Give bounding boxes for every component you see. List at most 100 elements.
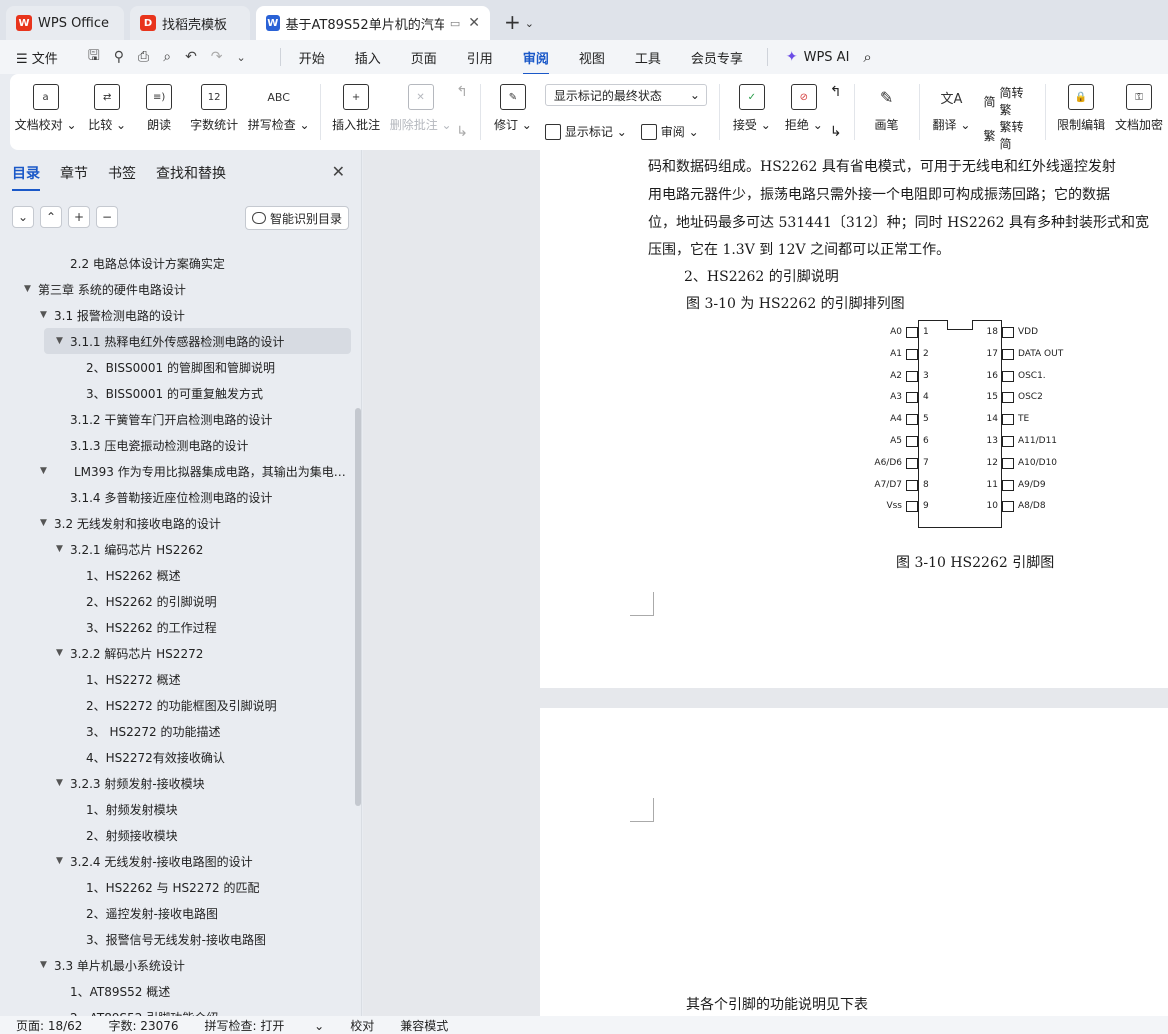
toc-item[interactable]: 2、AT89S52 引脚功能介绍 <box>0 1004 356 1017</box>
insert-comment-button[interactable]: + 插入批注 <box>332 84 380 133</box>
menu-review[interactable]: 审阅 <box>522 48 549 75</box>
monitor-icon[interactable]: ▭ <box>450 17 460 30</box>
save-icon[interactable]: 🖫 <box>88 45 100 69</box>
previous-comment-icon[interactable]: ↰ <box>456 84 468 100</box>
compare-button[interactable]: ⇄ 比较 ⌄ <box>87 84 127 133</box>
toc-item[interactable]: ▼ LM393 作为专用比拟器集成电路，其输出为集电极开路输出 <box>0 458 356 484</box>
toc-item[interactable]: 1、射频发射模块 <box>0 796 356 822</box>
chevron-down-icon[interactable]: ⌄ <box>525 17 534 40</box>
search-icon[interactable]: ⌕ <box>863 48 871 66</box>
menu-member[interactable]: 会员专享 <box>691 48 743 67</box>
encrypt-button[interactable]: ⚿ 文档加密 <box>1115 84 1163 133</box>
quick-menu-chevron-icon[interactable]: ⌄ <box>237 51 246 64</box>
toc-item[interactable]: 4、HS2272有效接收确认 <box>0 744 356 770</box>
toc-item[interactable]: 1、AT89S52 概述 <box>0 978 356 1004</box>
reject-button[interactable]: ⊘ 拒绝 ⌄ <box>784 84 824 133</box>
toc-item[interactable]: 2.2 电路总体设计方案确实定 <box>0 250 356 276</box>
expand-caret-icon[interactable]: ▼ <box>56 544 70 554</box>
collapse-icon[interactable]: ⌄ <box>12 206 34 228</box>
expand-caret-icon[interactable]: ▼ <box>56 778 70 788</box>
toc-item[interactable]: 2、BISS0001 的管脚图和管脚说明 <box>0 354 356 380</box>
expand-caret-icon[interactable]: ▼ <box>56 856 70 866</box>
expand-caret-icon[interactable]: ▼ <box>40 466 52 476</box>
redo-icon[interactable]: ↷ <box>211 49 223 65</box>
expand-caret-icon[interactable]: ▼ <box>56 648 70 658</box>
add-icon[interactable]: + <box>68 206 90 228</box>
expand-caret-icon[interactable]: ▼ <box>24 284 38 294</box>
tab-docer-templates[interactable]: D 找稻壳模板 <box>130 6 250 40</box>
toc-item[interactable]: ▼ 3.2.3 射频发射-接收模块 <box>0 770 356 796</box>
toc-item[interactable]: ▼ 3.2 无线发射和接收电路的设计 <box>0 510 356 536</box>
next-comment-icon[interactable]: ↳ <box>456 124 468 140</box>
print-preview-icon[interactable]: ⌕ <box>163 49 171 65</box>
to-traditional-button[interactable]: 简简转繁 <box>983 84 1033 118</box>
accept-button[interactable]: ✓ 接受 ⌄ <box>732 84 772 133</box>
nav-tab-toc[interactable]: 目录 <box>12 163 40 191</box>
expand-caret-icon[interactable]: ▼ <box>40 310 54 320</box>
menu-page[interactable]: 页面 <box>411 48 437 67</box>
delete-comment-button[interactable]: ✕ 删除批注 ⌄ <box>390 84 452 133</box>
page-indicator[interactable]: 页面: 18/62 <box>16 1017 82 1034</box>
toc-item[interactable]: 2、遥控发射-接收电路图 <box>0 900 356 926</box>
menu-tools[interactable]: 工具 <box>635 48 661 67</box>
show-markup-button[interactable]: 显示标记 ⌄ <box>565 123 627 140</box>
toc-item[interactable]: ▼ 3.2.1 编码芯片 HS2262 <box>0 536 356 562</box>
toc-item[interactable]: 3.1.3 压电瓷振动检测电路的设计 <box>0 432 356 458</box>
restrict-edit-button[interactable]: 🔒 限制编辑 <box>1057 84 1105 133</box>
expand-caret-icon[interactable]: ▼ <box>40 518 54 528</box>
close-icon[interactable]: ✕ <box>468 15 480 31</box>
toc-item[interactable]: 3、HS2262 的工作过程 <box>0 614 356 640</box>
spell-check-button[interactable]: ABC 拼写检查 ⌄ <box>248 84 310 133</box>
spell-check-indicator[interactable]: 拼写检查: 打开 ⌄ <box>205 1017 325 1034</box>
menu-references[interactable]: 引用 <box>467 48 493 67</box>
nav-tab-bookmarks[interactable]: 书签 <box>108 163 136 183</box>
toc-item[interactable]: 3、BISS0001 的可重复触发方式 <box>0 380 356 406</box>
remove-icon[interactable]: − <box>96 206 118 228</box>
menu-view[interactable]: 视图 <box>579 48 605 67</box>
menu-home[interactable]: 开始 <box>299 48 325 67</box>
doc-check-button[interactable]: a 文档校对 ⌄ <box>15 84 77 133</box>
wps-ai-button[interactable]: ✦ WPS AI <box>786 49 850 65</box>
markup-state-select[interactable]: 显示标记的最终状态 ⌄ <box>544 84 707 106</box>
toc-item[interactable]: 1、HS2262 与 HS2272 的匹配 <box>0 874 356 900</box>
menu-insert[interactable]: 插入 <box>355 48 381 67</box>
toc-item[interactable]: ▼ 3.1.1 热释电红外传感器检测电路的设计 <box>44 328 351 354</box>
previous-revision-icon[interactable]: ↰ <box>830 84 842 100</box>
toc-item[interactable]: ▼ 3.2.4 无线发射-接收电路图的设计 <box>0 848 356 874</box>
toc-item[interactable]: 1、HS2272 概述 <box>0 666 356 692</box>
print-icon[interactable]: ⎙ <box>138 49 149 65</box>
file-menu[interactable]: ☰ 文件 <box>16 48 58 67</box>
close-icon[interactable]: ✕ <box>332 162 345 181</box>
toc-item[interactable]: ▼ 第三章 系统的硬件电路设计 <box>0 276 356 302</box>
new-tab-plus-icon[interactable]: + <box>496 10 525 40</box>
read-aloud-button[interactable]: ≡) 朗读 <box>139 84 179 133</box>
tab-wps-office[interactable]: W WPS Office <box>6 6 124 40</box>
to-simplified-button[interactable]: 繁繁转简 <box>983 118 1033 152</box>
toc-item[interactable]: 3.1.2 干簧管车门开启检测电路的设计 <box>0 406 356 432</box>
tab-document[interactable]: W 基于AT89S52单片机的汽车防盗 ▭ ✕ <box>256 6 490 40</box>
smart-toc-button[interactable]: 智能识别目录 <box>244 206 349 230</box>
toc-item[interactable]: ▼ 3.2.2 解码芯片 HS2272 <box>0 640 356 666</box>
toc-item[interactable]: 2、HS2262 的引脚说明 <box>0 588 356 614</box>
toc-item[interactable]: 3、报警信号无线发射-接收电路图 <box>0 926 356 952</box>
toc-item[interactable]: 3、 HS2272 的功能描述 <box>0 718 356 744</box>
toc-item[interactable]: 3.1.4 多普勒接近座位检测电路的设计 <box>0 484 356 510</box>
review-pane-button[interactable]: 审阅 ⌄ <box>661 123 699 140</box>
pen-button[interactable]: ✎ 画笔 <box>867 84 907 133</box>
proofread-indicator[interactable]: 校对 <box>350 1017 374 1034</box>
toc-scrollbar[interactable] <box>355 408 361 806</box>
nav-tab-find-replace[interactable]: 查找和替换 <box>156 163 226 183</box>
share-icon[interactable]: ⚲ <box>114 49 124 65</box>
toc-item[interactable]: 1、HS2262 概述 <box>0 562 356 588</box>
nav-tab-chapters[interactable]: 章节 <box>60 163 88 183</box>
expand-caret-icon[interactable]: ▼ <box>40 960 54 970</box>
expand-caret-icon[interactable]: ▼ <box>56 336 70 346</box>
toc-item[interactable]: ▼ 3.1 报警检测电路的设计 <box>0 302 356 328</box>
toc-item[interactable]: 2、射频接收模块 <box>0 822 356 848</box>
revise-button[interactable]: ✎ 修订 ⌄ <box>493 84 533 133</box>
expand-icon[interactable]: ⌃ <box>40 206 62 228</box>
translate-button[interactable]: 文A 翻译 ⌄ <box>931 84 971 133</box>
word-count-indicator[interactable]: 字数: 23076 <box>108 1017 178 1034</box>
toc-item[interactable]: 2、HS2272 的功能框图及引脚说明 <box>0 692 356 718</box>
word-count-button[interactable]: 12 字数统计 <box>190 84 238 133</box>
